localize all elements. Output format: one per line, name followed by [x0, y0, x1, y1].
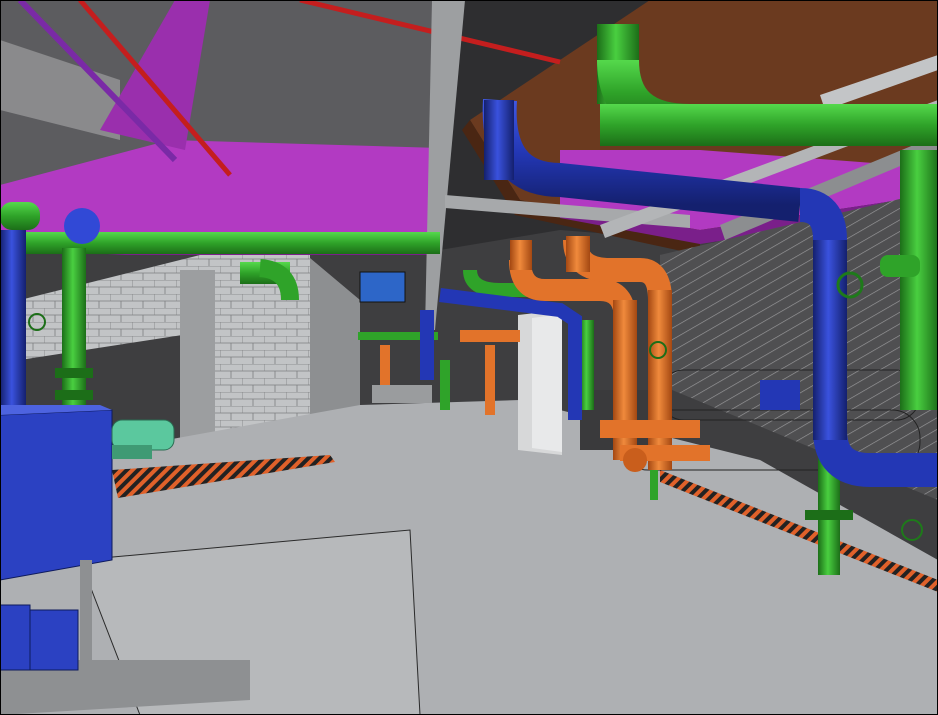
concrete-column: [518, 310, 562, 455]
mechanical-room-viewport: [0, 0, 938, 715]
mechanical-room-scene: [0, 0, 938, 715]
